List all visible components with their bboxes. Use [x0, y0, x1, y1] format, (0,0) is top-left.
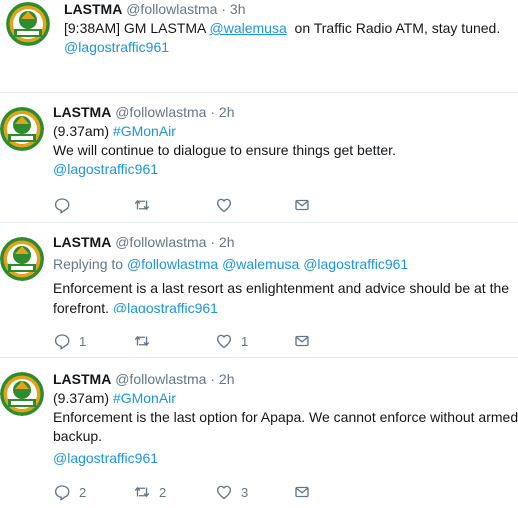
hashtag-link[interactable]: #GMonAir — [113, 390, 176, 406]
like-icon — [215, 196, 233, 214]
reply-count: 1 — [79, 333, 87, 349]
like-button[interactable] — [215, 195, 241, 215]
tweet[interactable]: LASTMA @followlastma · 2h Replying to @f… — [0, 223, 518, 356]
lastma-logo-icon — [0, 237, 44, 281]
separator-dot: · — [210, 371, 216, 387]
mention-link[interactable]: @lagostraffic961 — [53, 161, 158, 177]
hashtag-link[interactable]: #GMonAir — [113, 123, 176, 139]
replying-to-label: Replying to — [53, 256, 127, 272]
author-name[interactable]: LASTMA — [64, 1, 122, 17]
mention-link[interactable]: @walemusa — [210, 20, 287, 36]
reply-icon — [53, 332, 71, 350]
message-button[interactable] — [293, 195, 311, 215]
mention-link[interactable]: @lagostraffic961 — [113, 300, 218, 313]
like-button[interactable]: 3 — [215, 482, 248, 502]
retweet-icon — [133, 196, 151, 214]
retweet-button[interactable] — [133, 195, 159, 215]
separator-dot: · — [210, 104, 216, 120]
message-icon — [293, 196, 311, 214]
author-name[interactable]: LASTMA — [53, 104, 111, 120]
author-handle[interactable]: @followlastma — [115, 371, 206, 387]
message-icon — [293, 483, 311, 501]
retweet-icon — [133, 332, 151, 350]
mention-link[interactable]: @lagostraffic961 — [64, 39, 169, 55]
avatar[interactable] — [0, 372, 44, 416]
separator-dot: · — [210, 234, 216, 250]
separator-dot: · — [221, 1, 227, 17]
tweet[interactable]: LASTMA @followlastma · 3h [9:38AM] GM LA… — [0, 0, 518, 74]
mention-link[interactable]: @lagostraffic961 — [53, 450, 158, 466]
reply-icon — [53, 196, 71, 214]
retweet-button[interactable] — [133, 331, 159, 351]
retweet-count: 2 — [159, 484, 167, 500]
author-name[interactable]: LASTMA — [53, 371, 111, 387]
reply-button[interactable]: 2 — [53, 482, 86, 502]
tweet-text: (9.37am) — [53, 390, 113, 406]
tweet-text: backup. — [53, 428, 103, 444]
like-icon — [215, 332, 233, 350]
like-button[interactable]: 1 — [215, 331, 248, 351]
like-count: 1 — [241, 333, 249, 349]
tweet-text: [9:38AM] GM LASTMA — [64, 20, 210, 36]
author-handle[interactable]: @followlastma — [126, 1, 217, 17]
avatar[interactable] — [6, 2, 50, 46]
author-handle[interactable]: @followlastma — [115, 234, 206, 250]
like-icon — [215, 483, 233, 501]
lastma-logo-icon — [0, 107, 44, 151]
tweet-text: (9.37am) — [53, 123, 113, 139]
message-button[interactable] — [293, 331, 311, 351]
reply-button[interactable]: 1 — [53, 331, 86, 351]
timestamp[interactable]: 2h — [219, 371, 235, 387]
tweet-actions — [53, 195, 313, 215]
reply-icon — [53, 483, 71, 501]
tweet[interactable]: LASTMA @followlastma · 2h (9.37am) #GMon… — [0, 358, 518, 508]
tweet-actions: 2 2 3 — [53, 482, 313, 502]
message-icon — [293, 332, 311, 350]
retweet-button[interactable]: 2 — [133, 482, 166, 502]
message-button[interactable] — [293, 482, 311, 502]
tweet-text: forefront. — [53, 300, 113, 313]
lastma-logo-icon — [6, 2, 50, 46]
reply-button[interactable] — [53, 195, 79, 215]
retweet-icon — [133, 483, 151, 501]
author-handle[interactable]: @followlastma — [115, 104, 206, 120]
timestamp[interactable]: 3h — [230, 1, 246, 17]
like-count: 3 — [241, 484, 249, 500]
author-name[interactable]: LASTMA — [53, 234, 111, 250]
tweet-text: We will continue to dialogue to ensure t… — [53, 142, 396, 158]
reply-count: 2 — [79, 484, 87, 500]
timestamp[interactable]: 2h — [219, 234, 235, 250]
timestamp[interactable]: 2h — [219, 104, 235, 120]
lastma-logo-icon — [0, 372, 44, 416]
tweet-text: Enforcement is a last resort as enlighte… — [53, 280, 510, 296]
tweet-text: Enforcement is the last option for Apapa… — [53, 409, 518, 425]
tweet[interactable]: LASTMA @followlastma · 2h (9.37am) #GMon… — [0, 93, 518, 221]
tweet-actions: 1 1 — [53, 331, 313, 351]
avatar[interactable] — [0, 107, 44, 151]
replying-to-mentions[interactable]: @followlastma @walemusa @lagostraffic961 — [127, 256, 408, 272]
avatar[interactable] — [0, 237, 44, 281]
tweet-text: on Traffic Radio ATM, stay tuned. — [286, 20, 501, 36]
